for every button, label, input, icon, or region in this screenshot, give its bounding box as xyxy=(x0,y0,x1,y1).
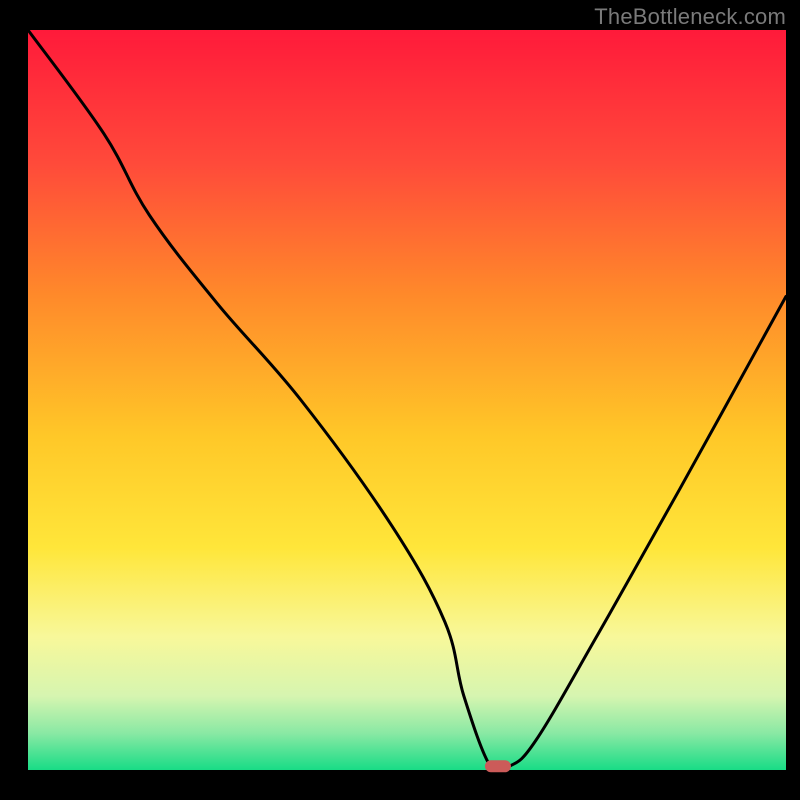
chart-gradient-bg xyxy=(28,30,786,770)
bottleneck-chart xyxy=(0,0,800,800)
attribution-label: TheBottleneck.com xyxy=(594,4,786,30)
chart-container: TheBottleneck.com xyxy=(0,0,800,800)
curve-minimum-marker xyxy=(485,760,511,772)
